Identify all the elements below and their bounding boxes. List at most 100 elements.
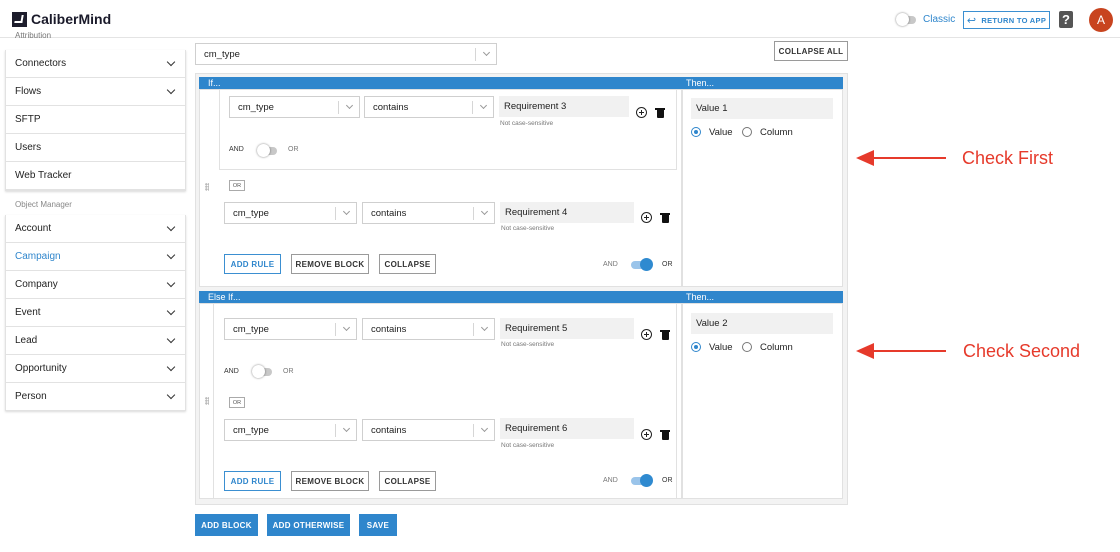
chevron-down-icon <box>166 390 176 400</box>
collapse-button[interactable]: COLLAPSE <box>379 471 436 491</box>
and-or-toggle[interactable] <box>631 474 653 487</box>
column-radio-label: Column <box>760 342 793 353</box>
rule-operator-select[interactable]: contains <box>362 202 495 224</box>
chevron-down-icon <box>342 323 351 332</box>
add-condition-icon[interactable] <box>641 329 652 340</box>
rule-field-select[interactable]: cm_type <box>224 202 357 224</box>
remove-block-button[interactable]: REMOVE BLOCK <box>291 471 369 491</box>
trash-icon[interactable] <box>655 108 665 118</box>
and-label: AND <box>224 368 239 375</box>
chevron-down-icon <box>342 424 351 433</box>
rule-field-select[interactable]: cm_type <box>229 96 360 118</box>
or-label: OR <box>662 477 673 484</box>
chevron-down-icon <box>480 207 489 216</box>
rule-operator-select[interactable]: contains <box>362 419 495 441</box>
sidebar-item-account[interactable]: Account <box>5 215 186 243</box>
value-radio-label: Value <box>709 127 733 138</box>
top-bar: CaliberMind Classic ↩ RETURN TO APP ? A <box>0 0 1120 38</box>
case-hint: Not case-sensitive <box>501 341 555 348</box>
trash-icon[interactable] <box>660 330 670 340</box>
collapse-all-button[interactable]: COLLAPSE ALL <box>774 41 848 61</box>
then-value-input[interactable]: Value 2 <box>691 313 833 334</box>
or-label: OR <box>283 368 294 375</box>
chevron-down-icon <box>166 222 176 232</box>
add-block-button[interactable]: ADD BLOCK <box>195 514 258 536</box>
annotation-check-second: Check Second <box>963 341 1081 361</box>
chevron-down-icon <box>479 101 488 110</box>
sidebar-item-opportunity[interactable]: Opportunity <box>5 355 186 383</box>
annotation-arrow-line <box>872 157 946 159</box>
rule-value-input[interactable]: Requirement 3 <box>499 96 629 117</box>
add-condition-icon[interactable] <box>636 107 647 118</box>
drag-handle-icon[interactable] <box>205 183 209 191</box>
rule-value-input[interactable]: Requirement 6 <box>500 418 634 439</box>
classic-label: Classic <box>923 14 956 25</box>
object-manager-heading: Object Manager <box>15 200 72 209</box>
remove-block-button[interactable]: REMOVE BLOCK <box>291 254 369 274</box>
chevron-down-icon <box>166 334 176 344</box>
sidebar-item-flows[interactable]: Flows <box>5 78 186 106</box>
then-value-input[interactable]: Value 1 <box>691 98 833 119</box>
and-or-toggle[interactable] <box>252 365 272 378</box>
then-header-2: Then... <box>682 291 843 303</box>
return-to-app-button[interactable]: ↩ RETURN TO APP <box>963 11 1050 29</box>
column-radio-label: Column <box>760 127 793 138</box>
rule-value-input[interactable]: Requirement 4 <box>500 202 634 223</box>
add-condition-icon[interactable] <box>641 429 652 440</box>
save-button[interactable]: SAVE <box>359 514 397 536</box>
column-radio[interactable] <box>742 127 752 137</box>
sidebar-item-users[interactable]: Users <box>5 134 186 162</box>
sidebar-item-sftp[interactable]: SFTP <box>5 106 186 134</box>
calibermind-logo-icon <box>12 12 27 27</box>
or-separator: OR <box>229 180 245 191</box>
value-radio[interactable] <box>691 342 701 352</box>
trash-icon[interactable] <box>660 213 670 223</box>
value-radio-label: Value <box>709 342 733 353</box>
app-title: CaliberMind <box>31 11 112 27</box>
user-avatar[interactable]: A <box>1089 8 1113 32</box>
chevron-down-icon <box>345 101 354 110</box>
sidebar-item-web-tracker[interactable]: Web Tracker <box>5 162 186 190</box>
return-arrow-icon: ↩ <box>966 14 977 27</box>
collapse-button[interactable]: COLLAPSE <box>379 254 436 274</box>
rule-field-select[interactable]: cm_type <box>224 318 357 340</box>
chevron-down-icon <box>166 57 176 67</box>
case-hint: Not case-sensitive <box>501 225 555 232</box>
add-rule-button[interactable]: ADD RULE <box>224 254 281 274</box>
then-header-1: Then... <box>682 77 843 89</box>
add-condition-icon[interactable] <box>641 212 652 223</box>
column-radio[interactable] <box>742 342 752 352</box>
add-otherwise-button[interactable]: ADD OTHERWISE <box>267 514 350 536</box>
rule-value-input[interactable]: Requirement 5 <box>500 318 634 339</box>
add-rule-button[interactable]: ADD RULE <box>224 471 281 491</box>
rule-operator-select[interactable]: contains <box>364 96 494 118</box>
sidebar-item-lead[interactable]: Lead <box>5 327 186 355</box>
sidebar-item-campaign[interactable]: Campaign <box>5 243 186 271</box>
field-select[interactable]: cm_type <box>195 43 497 65</box>
sidebar-item-event[interactable]: Event <box>5 299 186 327</box>
and-or-toggle[interactable] <box>631 258 653 271</box>
rule-operator-select[interactable]: contains <box>362 318 495 340</box>
annotation-check-first: Check First <box>962 148 1054 168</box>
trash-icon[interactable] <box>660 430 670 440</box>
or-separator: OR <box>229 397 245 408</box>
value-radio[interactable] <box>691 127 701 137</box>
sidebar-item-person[interactable]: Person <box>5 383 186 411</box>
sidebar-item-company[interactable]: Company <box>5 271 186 299</box>
or-label: OR <box>662 261 673 268</box>
drag-handle-icon[interactable] <box>205 397 209 405</box>
chevron-down-icon <box>166 306 176 316</box>
sidebar-item-connectors[interactable]: Connectors <box>5 50 186 78</box>
and-or-toggle[interactable] <box>257 144 277 157</box>
rule-field-select[interactable]: cm_type <box>224 419 357 441</box>
and-label: AND <box>603 261 618 268</box>
if-header: If... <box>199 77 682 89</box>
or-label: OR <box>288 146 299 153</box>
chevron-down-icon <box>342 207 351 216</box>
and-label: AND <box>229 146 244 153</box>
sidebar-cut-section-label: Attribution <box>15 32 52 40</box>
help-icon[interactable]: ? <box>1059 11 1073 28</box>
classic-toggle[interactable] <box>896 13 916 26</box>
else-if-header: Else If... <box>199 291 682 303</box>
case-hint: Not case-sensitive <box>501 442 555 449</box>
